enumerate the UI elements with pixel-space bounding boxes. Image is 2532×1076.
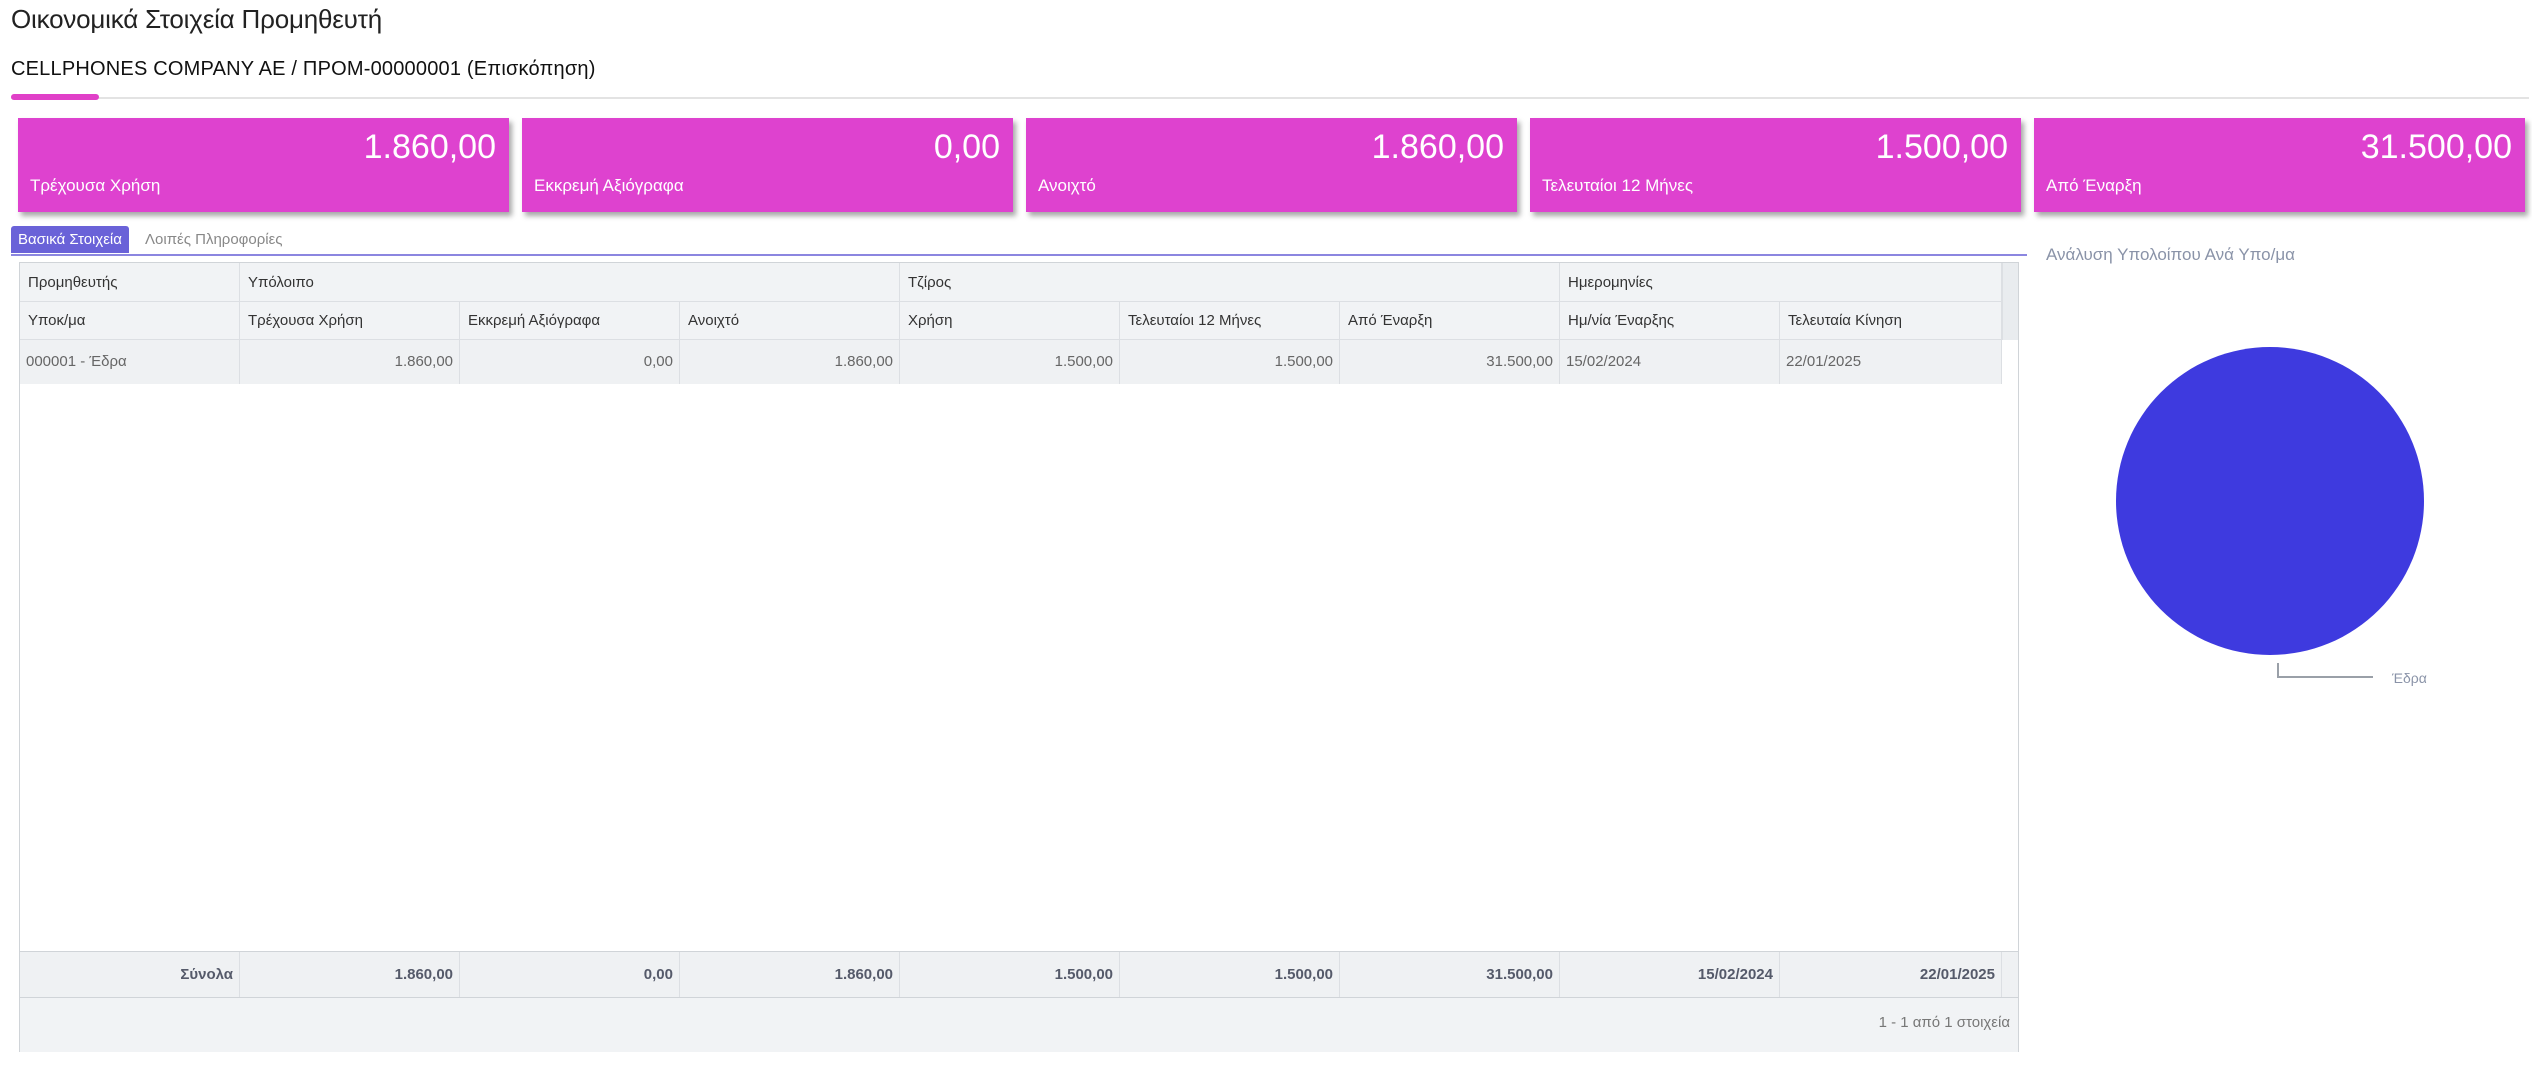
group-header-turnover: Τζίρος — [900, 263, 1560, 302]
col-header-open[interactable]: Ανοιχτό — [680, 302, 900, 340]
col-header-current-year[interactable]: Τρέχουσα Χρήση — [240, 302, 460, 340]
totals-row: Σύνολα 1.860,00 0,00 1.860,00 1.500,00 1… — [20, 951, 2018, 998]
legend-label-edra: Έδρα — [2391, 670, 2427, 686]
kpi-card-last-12-months[interactable]: 1.500,00 Τελευταίοι 12 Μήνες — [1530, 118, 2021, 212]
kpi-value: 1.860,00 — [363, 128, 496, 166]
kpi-cards: 1.860,00 Τρέχουσα Χρήση 0,00 Εκκρεμή Αξι… — [18, 118, 2526, 212]
cell-open: 1.860,00 — [680, 340, 900, 384]
tab-underline — [11, 254, 2027, 256]
group-header-dates: Ημερομηνίες — [1560, 263, 2002, 302]
kpi-value: 1.860,00 — [1371, 128, 1504, 166]
group-header-supplier: Προμηθευτής — [20, 263, 240, 302]
cell-pending-notes: 0,00 — [460, 340, 680, 384]
col-header-last-12-months[interactable]: Τελευταίοι 12 Μήνες — [1120, 302, 1340, 340]
cell-current-year: 1.860,00 — [240, 340, 460, 384]
kpi-value: 0,00 — [933, 128, 1000, 166]
cell-last-12-months: 1.500,00 — [1120, 340, 1340, 384]
col-header-usage[interactable]: Χρήση — [900, 302, 1120, 340]
total-pending-notes: 0,00 — [460, 952, 680, 997]
balance-grid: Προμηθευτής Υπόλοιπο Τζίρος Ημερομηνίες … — [19, 262, 2019, 1052]
pager-info: 1 - 1 από 1 στοιχεία — [1878, 1014, 2010, 1031]
header-scroll-spacer — [2002, 263, 2018, 340]
kpi-card-pending-notes[interactable]: 0,00 Εκκρεμή Αξιόγραφα — [522, 118, 1013, 212]
page-title: Οικονομικά Στοιχεία Προμηθευτή — [11, 4, 383, 34]
totals-label: Σύνολα — [20, 952, 240, 997]
col-header-pending-notes[interactable]: Εκκρεμή Αξιόγραφα — [460, 302, 680, 340]
kpi-card-since-start[interactable]: 31.500,00 Από Έναρξη — [2034, 118, 2525, 212]
grid-header: Προμηθευτής Υπόλοιπο Τζίρος Ημερομηνίες … — [20, 263, 2018, 340]
kpi-card-open[interactable]: 1.860,00 Ανοιχτό — [1026, 118, 1517, 212]
cell-start-date: 15/02/2024 — [1560, 340, 1780, 384]
total-open: 1.860,00 — [680, 952, 900, 997]
kpi-label: Τελευταίοι 12 Μήνες — [1542, 176, 1694, 195]
kpi-card-current-year[interactable]: 1.860,00 Τρέχουσα Χρήση — [18, 118, 509, 212]
kpi-label: Τρέχουσα Χρήση — [30, 176, 161, 195]
total-since-start: 31.500,00 — [1340, 952, 1560, 997]
total-usage: 1.500,00 — [900, 952, 1120, 997]
cell-usage: 1.500,00 — [900, 340, 1120, 384]
kpi-label: Από Έναρξη — [2046, 176, 2142, 195]
pie-chart: Έδρα — [2116, 347, 2427, 686]
header-rule — [11, 97, 2529, 99]
legend-leader-line — [2277, 663, 2373, 678]
tab-basic-info[interactable]: Βασικά Στοιχεία — [11, 226, 129, 253]
cell-since-start: 31.500,00 — [1340, 340, 1560, 384]
kpi-value: 1.500,00 — [1875, 128, 2008, 166]
pie-slice-Έδρα[interactable] — [2116, 347, 2424, 655]
group-header-balance: Υπόλοιπο — [240, 263, 900, 302]
col-header-since-start[interactable]: Από Έναρξη — [1340, 302, 1560, 340]
tab-other-info[interactable]: Λοιπές Πληροφορίες — [138, 226, 290, 253]
kpi-label: Εκκρεμή Αξιόγραφα — [534, 176, 684, 195]
total-last-12-months: 1.500,00 — [1120, 952, 1340, 997]
col-header-last-movement[interactable]: Τελευταία Κίνηση — [1780, 302, 2002, 340]
tab-bar: Βασικά Στοιχεία Λοιπές Πληροφορίες — [11, 226, 2026, 255]
chart-title: Ανάλυση Υπολοίπου Ανά Υπο/μα — [2046, 245, 2295, 264]
total-start-date: 15/02/2024 — [1560, 952, 1780, 997]
cell-branch: 000001 - Έδρα — [20, 340, 240, 384]
cell-last-movement: 22/01/2025 — [1780, 340, 2002, 384]
grid-footer: 1 - 1 από 1 στοιχεία — [20, 998, 2018, 1052]
header-accent — [11, 94, 99, 100]
col-header-start-date[interactable]: Ημ/νία Έναρξης — [1560, 302, 1780, 340]
kpi-value: 31.500,00 — [2360, 128, 2512, 166]
table-row[interactable]: 000001 - Έδρα 1.860,00 0,00 1.860,00 1.5… — [20, 340, 2002, 384]
col-header-branch[interactable]: Υποκ/μα — [20, 302, 240, 340]
breadcrumb: CELLPHONES COMPANY AE / ΠΡΟΜ-00000001 (Ε… — [11, 58, 596, 80]
total-last-movement: 22/01/2025 — [1780, 952, 2002, 997]
kpi-label: Ανοιχτό — [1038, 176, 1096, 195]
total-current-year: 1.860,00 — [240, 952, 460, 997]
